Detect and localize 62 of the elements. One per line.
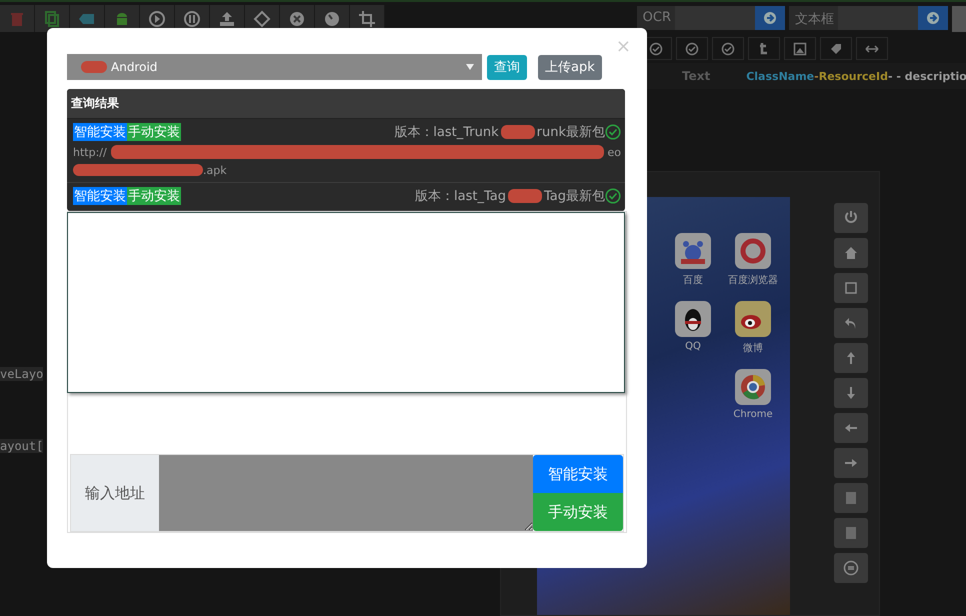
arrow-right-icon (926, 11, 940, 25)
redaction-mark (508, 189, 542, 203)
swap-icon (843, 560, 859, 576)
eye-swirl-icon[interactable] (735, 301, 771, 337)
side-button[interactable] (834, 483, 868, 513)
panel-title: 查询结果 (67, 89, 625, 119)
version-text: 版本：last_Tag (415, 188, 506, 205)
check-circle-icon (685, 42, 699, 56)
caret-down-icon (466, 64, 474, 70)
side-button[interactable] (834, 343, 868, 373)
app-label: QQ (685, 341, 701, 352)
query-button[interactable]: 查询 (487, 54, 527, 80)
manual-install-link[interactable]: 手动安装 (127, 123, 181, 141)
upload-button[interactable]: 上传apk (538, 54, 602, 80)
platform-select[interactable]: Android (67, 54, 482, 80)
side-button[interactable] (834, 308, 868, 338)
side-button[interactable] (834, 413, 868, 443)
side-button[interactable] (834, 448, 868, 478)
square-icon (843, 280, 859, 296)
tag-icon (829, 42, 843, 56)
app-label: Chrome (733, 409, 773, 420)
redaction-mark (500, 125, 535, 139)
image-icon (793, 42, 807, 56)
smart-install-link[interactable]: 智能安装 (73, 123, 127, 141)
go-button[interactable] (918, 6, 948, 30)
app-label: 百度 (683, 274, 703, 287)
smart-install-link[interactable]: 智能安装 (73, 187, 127, 205)
ring-icon[interactable] (735, 233, 771, 269)
app-label: 百度浏览器 (728, 274, 778, 287)
field-label: OCR (642, 9, 672, 27)
pause-icon (182, 8, 202, 28)
play-icon (147, 8, 167, 28)
page-down-icon (843, 490, 859, 506)
penguin-icon[interactable] (675, 301, 711, 337)
app-label: 微博 (743, 342, 763, 355)
url-text: eo (608, 146, 621, 158)
side-button[interactable] (834, 378, 868, 408)
url-text: http:// (73, 146, 107, 158)
redaction-mark (81, 61, 107, 73)
version-text: runk最新包 (536, 124, 605, 141)
side-button[interactable] (834, 553, 868, 583)
side-button[interactable] (834, 273, 868, 303)
side-button[interactable] (834, 238, 868, 268)
arrow-right-icon (763, 11, 777, 25)
side-button[interactable] (834, 203, 868, 233)
page-up-icon (843, 525, 859, 541)
copy-icon (42, 8, 62, 28)
column-header: ClassName-ResourceId- - descriptio (746, 70, 966, 82)
version-text: Tag最新包 (544, 188, 605, 205)
column-header: Text (682, 69, 710, 83)
go-button[interactable] (755, 6, 785, 30)
toolbar-button[interactable] (35, 5, 70, 32)
crop-icon (357, 8, 377, 28)
power-icon (843, 210, 859, 226)
text-field[interactable] (838, 6, 918, 30)
field-label: 文本框 (794, 11, 835, 29)
home-icon (843, 245, 859, 261)
side-button[interactable] (834, 518, 868, 548)
text-field[interactable] (675, 6, 755, 30)
url-text: .apk (203, 164, 227, 176)
version-text: 版本：last_Trunk (394, 124, 499, 141)
manual-install-link[interactable]: 手动安装 (127, 187, 181, 205)
